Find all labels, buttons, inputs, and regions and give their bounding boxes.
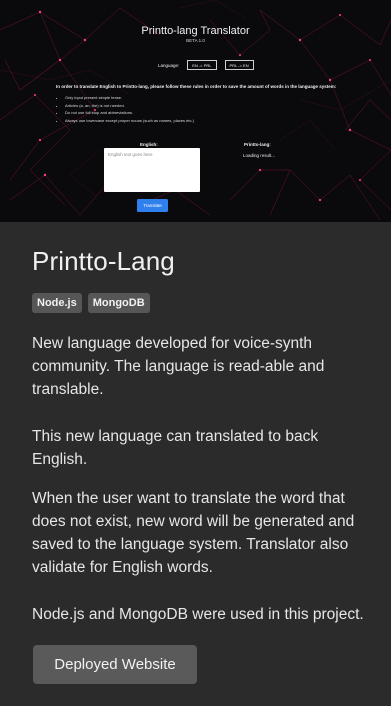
preview-app-title: Printto-lang Translator xyxy=(141,25,250,37)
preview-english-label: English: xyxy=(140,142,158,147)
preview-language-row: Language: EN -> PRL PRL -> EN xyxy=(158,60,262,70)
preview-printto-label: Printto-lang: xyxy=(244,142,271,147)
project-card: Printto-lang Translator BETA 1.0 Languag… xyxy=(0,0,391,706)
preview-rule-item: Do not use full stop and abbreviations. xyxy=(65,109,194,117)
description-paragraph: Node.js and MongoDB were used in this pr… xyxy=(32,606,364,623)
tech-tags: Node.js MongoDB xyxy=(32,293,156,313)
preview-rules-intro: In order to translate English to Printto… xyxy=(56,84,337,89)
project-preview-image: Printto-lang Translator BETA 1.0 Languag… xyxy=(0,0,391,222)
tag-mongodb: MongoDB xyxy=(87,293,150,313)
preview-result-text: Loading result... xyxy=(243,153,276,158)
preview-translate-button: Translate xyxy=(137,199,168,212)
tag-nodejs: Node.js xyxy=(32,293,82,313)
preview-prl-to-en-button: PRL -> EN xyxy=(224,60,254,70)
preview-rule-item: Articles (a, an, the) is not needed. xyxy=(65,102,194,110)
project-title: Printto-Lang xyxy=(32,246,175,276)
preview-rules-list: Only input present simple tense. Article… xyxy=(56,94,194,124)
deployed-website-button[interactable]: Deployed Website xyxy=(33,645,197,684)
description-paragraph: When the user want to translate the word… xyxy=(32,490,355,576)
preview-english-textarea: English text goes here xyxy=(104,148,200,192)
preview-language-label: Language: xyxy=(158,62,180,68)
preview-rule-item: Only input present simple tense. xyxy=(65,94,194,102)
preview-en-to-prl-button: EN -> PRL xyxy=(187,60,217,70)
preview-rule-item: Always use lowercase except proper nouns… xyxy=(65,117,194,125)
description-paragraph: This new language can translated to back… xyxy=(32,428,319,468)
preview-beta-label: BETA 1.0 xyxy=(186,38,205,43)
description-paragraph: New language developed for voice-synth c… xyxy=(32,335,325,398)
